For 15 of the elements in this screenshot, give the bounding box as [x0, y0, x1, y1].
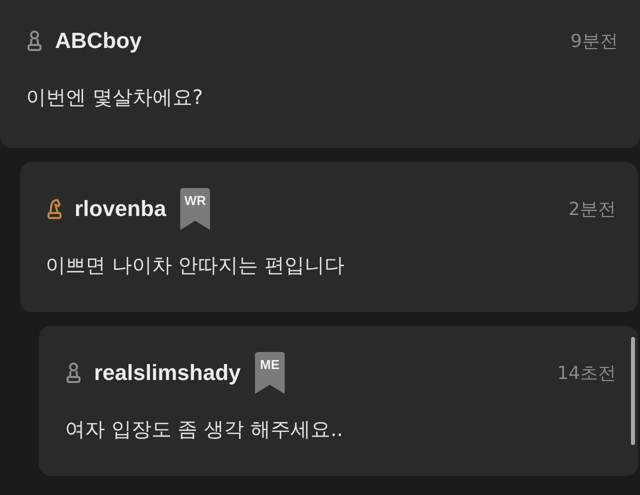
pawn-icon: [26, 30, 43, 52]
badge: WR: [180, 188, 210, 230]
username[interactable]: rlovenba: [74, 196, 166, 222]
username[interactable]: ABCboy: [55, 28, 142, 54]
pawn-icon: [65, 362, 82, 384]
username[interactable]: realslimshady: [94, 360, 241, 386]
knight-icon: [46, 198, 62, 220]
comment-text: 이쁘면 나이차 안따지는 편입니다: [46, 252, 346, 279]
badge: ME: [254, 352, 285, 394]
timestamp: 2분전: [568, 198, 616, 221]
scrollbar[interactable]: [631, 337, 635, 445]
timestamp: 9분전: [570, 30, 618, 53]
comment-text: 여자 입장도 좀 생각 해주세요..: [65, 416, 344, 443]
comment-text: 이번엔 몇살차에요?: [26, 84, 204, 111]
timestamp: 14초전: [557, 362, 616, 385]
